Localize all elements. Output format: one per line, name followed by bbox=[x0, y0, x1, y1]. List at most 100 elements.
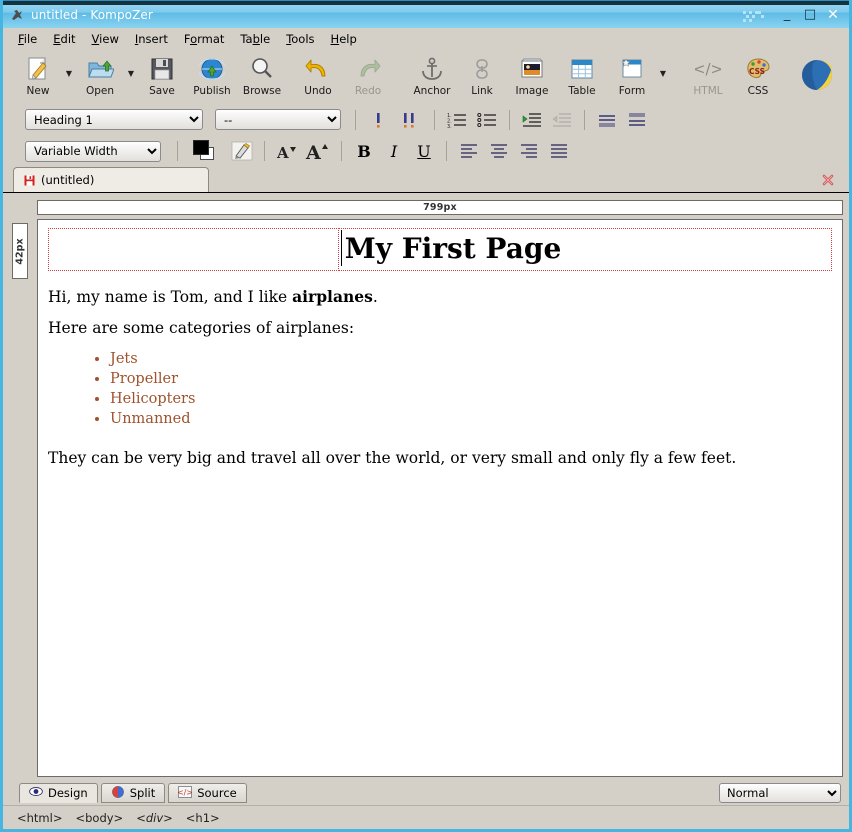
menu-help[interactable]: Help bbox=[324, 30, 366, 48]
tab-design[interactable]: Design bbox=[19, 783, 98, 803]
menu-file[interactable]: File bbox=[11, 30, 46, 48]
publish-button-label: Publish bbox=[193, 85, 231, 97]
minimize-button[interactable]: _ bbox=[779, 7, 795, 22]
menu-table[interactable]: Table bbox=[233, 30, 279, 48]
image-button[interactable]: Image bbox=[507, 53, 557, 97]
categories-list[interactable]: Jets Propeller Helicopters Unmanned bbox=[48, 349, 832, 429]
decrease-font-size-button[interactable]: A bbox=[274, 139, 300, 163]
status-bar: <html> <body> <div> <h1> bbox=[3, 805, 849, 829]
menu-tools[interactable]: Tools bbox=[279, 30, 323, 48]
chain-link-icon bbox=[469, 54, 495, 84]
menu-bar: File Edit View Insert Format Table Tools… bbox=[3, 28, 849, 50]
menu-view[interactable]: View bbox=[85, 30, 128, 48]
closing-paragraph[interactable]: They can be very big and travel all over… bbox=[48, 448, 832, 468]
separator bbox=[446, 141, 447, 161]
highlighter-button[interactable] bbox=[229, 139, 255, 163]
new-dropdown-arrow[interactable]: ▼ bbox=[63, 69, 75, 78]
font-family-select[interactable]: Variable WidthFixed WidthHelvetica, Aria… bbox=[25, 140, 161, 162]
align-right-button[interactable] bbox=[516, 139, 542, 163]
list-item[interactable]: Helicopters bbox=[110, 389, 832, 409]
close-tab-icon[interactable] bbox=[821, 172, 835, 186]
view-mode-select[interactable]: NormalHTML TagsPreview bbox=[719, 783, 841, 803]
menu-edit[interactable]: Edit bbox=[46, 30, 84, 48]
form-button[interactable]: Form bbox=[607, 53, 657, 97]
increase-line-spacing-button[interactable] bbox=[624, 108, 650, 132]
document-tab-label: (untitled) bbox=[41, 173, 95, 187]
breadcrumb-html[interactable]: <html> bbox=[17, 811, 62, 825]
text-color-swatch[interactable] bbox=[191, 139, 221, 163]
close-button[interactable]: ✕ bbox=[825, 7, 841, 22]
title-drag-dots[interactable] bbox=[741, 8, 775, 22]
breadcrumb-body[interactable]: <body> bbox=[75, 811, 123, 825]
maximize-button[interactable]: □ bbox=[802, 7, 818, 22]
browse-button[interactable]: Browse bbox=[237, 53, 287, 97]
tab-split[interactable]: Split bbox=[100, 783, 166, 803]
outdent-button bbox=[549, 108, 575, 132]
form-dropdown-arrow[interactable]: ▼ bbox=[657, 69, 669, 78]
link-button[interactable]: Link bbox=[457, 53, 507, 97]
save-button[interactable]: Save bbox=[137, 53, 187, 97]
menu-format[interactable]: Format bbox=[177, 30, 234, 48]
list-item[interactable]: Unmanned bbox=[110, 409, 832, 429]
page-canvas[interactable]: My First Page Hi, my name is Tom, and I … bbox=[37, 219, 843, 777]
svg-text:</>: </> bbox=[695, 60, 721, 78]
undo-button[interactable]: Undo bbox=[293, 53, 343, 97]
tab-source-label: Source bbox=[197, 786, 237, 800]
breadcrumb-div[interactable]: <div> bbox=[136, 811, 173, 825]
foreground-color-swatch[interactable] bbox=[193, 140, 209, 155]
strong-button[interactable] bbox=[395, 108, 425, 132]
align-left-button[interactable] bbox=[456, 139, 482, 163]
open-folder-icon bbox=[86, 54, 114, 84]
row-height-indicator[interactable]: 42px bbox=[12, 223, 28, 279]
intro-text-1: Hi, my name is Tom, and I like bbox=[48, 288, 293, 306]
list-item[interactable]: Jets bbox=[110, 349, 832, 369]
table-button-label: Table bbox=[568, 85, 596, 97]
indent-button[interactable] bbox=[519, 108, 545, 132]
kompozer-window: untitled - KompoZer _ □ ✕ File Edit View… bbox=[0, 0, 852, 832]
italic-button[interactable]: I bbox=[381, 139, 407, 163]
categories-paragraph[interactable]: Here are some categories of airplanes: bbox=[48, 318, 832, 338]
decrease-line-spacing-button[interactable] bbox=[594, 108, 620, 132]
align-center-button[interactable] bbox=[486, 139, 512, 163]
table-width-indicator[interactable]: 799px bbox=[37, 199, 843, 215]
new-button[interactable]: New bbox=[13, 53, 63, 97]
menu-tools-rest: ools bbox=[291, 32, 315, 46]
svg-text:</>: </> bbox=[178, 788, 192, 797]
horizontal-ruler-row: 799px bbox=[9, 199, 843, 215]
svg-text:3.: 3. bbox=[447, 124, 452, 129]
open-button[interactable]: Open bbox=[75, 53, 125, 97]
underline-button[interactable]: U bbox=[411, 139, 437, 163]
paragraph-style-select[interactable]: Body TextParagraphHeading 1Heading 2Head… bbox=[25, 109, 203, 130]
list-item[interactable]: Propeller bbox=[110, 369, 832, 389]
tab-source[interactable]: </> Source bbox=[168, 783, 247, 803]
undo-arrow-icon bbox=[305, 54, 331, 84]
align-justify-button[interactable] bbox=[546, 139, 572, 163]
numbered-list-button[interactable]: 1. 2. 3. bbox=[444, 108, 470, 132]
separator bbox=[584, 109, 585, 130]
table-button[interactable]: Table bbox=[557, 53, 607, 97]
anchor-button-label: Anchor bbox=[413, 85, 451, 97]
bulleted-list-button[interactable] bbox=[474, 108, 500, 132]
table-cell-heading[interactable]: My First Page bbox=[337, 228, 833, 271]
css-button-label: CSS bbox=[747, 85, 769, 97]
table-cell-empty[interactable] bbox=[48, 228, 339, 271]
increase-font-size-button[interactable]: A bbox=[304, 139, 332, 163]
document-tab-untitled[interactable]: (untitled) bbox=[13, 167, 209, 192]
emphasis-button[interactable] bbox=[365, 108, 391, 132]
class-style-select[interactable]: -- bbox=[215, 109, 341, 130]
link-button-label: Link bbox=[471, 85, 493, 97]
css-button[interactable]: CSS CSS bbox=[733, 53, 783, 97]
undo-button-label: Undo bbox=[304, 85, 332, 97]
unsaved-document-icon bbox=[24, 175, 35, 186]
new-button-label: New bbox=[26, 85, 50, 97]
publish-button[interactable]: Publish bbox=[187, 53, 237, 97]
intro-text-bold: airplanes bbox=[292, 287, 373, 306]
open-dropdown-arrow[interactable]: ▼ bbox=[125, 69, 137, 78]
bold-button[interactable]: B bbox=[351, 139, 377, 163]
anchor-button[interactable]: Anchor bbox=[407, 53, 457, 97]
layout-table[interactable]: My First Page bbox=[48, 228, 833, 271]
menu-insert[interactable]: Insert bbox=[128, 30, 177, 48]
breadcrumb-h1[interactable]: <h1> bbox=[186, 811, 220, 825]
redo-arrow-icon bbox=[355, 54, 381, 84]
intro-paragraph[interactable]: Hi, my name is Tom, and I like airplanes… bbox=[48, 287, 832, 307]
